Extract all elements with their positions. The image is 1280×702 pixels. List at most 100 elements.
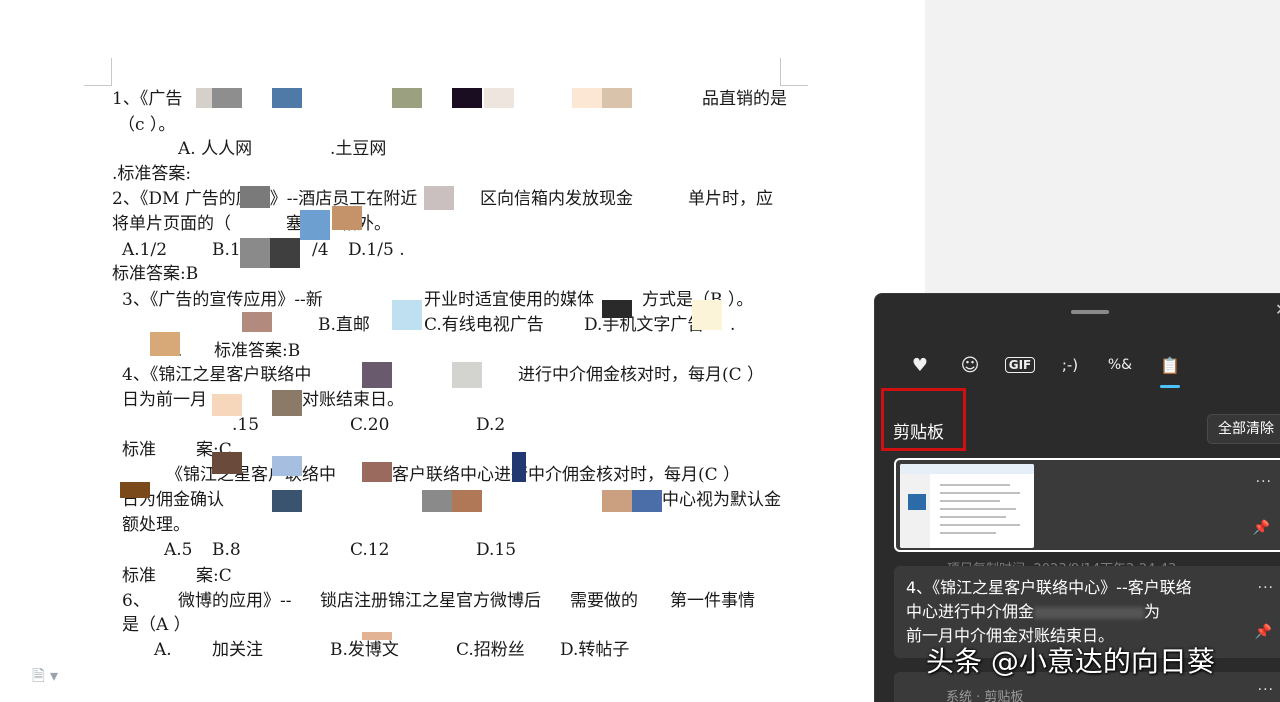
doc-text: 日为前一月 [122, 390, 207, 410]
document-icon[interactable]: 🗎 ▾ [32, 665, 62, 685]
mosaic-block [270, 238, 300, 268]
crop-mark-top-left [84, 58, 112, 86]
clear-all-button[interactable]: 全部清除 [1207, 414, 1280, 444]
crop-mark-top-right [780, 58, 808, 86]
doc-text: 《锦江之星客户联络中 [166, 465, 336, 485]
mosaic-block [212, 88, 242, 108]
doc-text: 进行中介佣金核对时，每月(C ） [518, 365, 765, 385]
doc-text: 将单片页面的（ [112, 214, 231, 234]
mosaic-block [272, 88, 302, 108]
doc-text: . [730, 315, 736, 335]
tab-kaomoji[interactable]: ;-) [1045, 350, 1095, 380]
doc-text: 第一件事情 [670, 591, 755, 611]
mosaic-block [272, 456, 302, 476]
doc-text: 标准答案:B [214, 341, 301, 361]
doc-text: 是（A ） [122, 615, 191, 635]
mosaic-block [240, 238, 270, 268]
doc-text: C.招粉丝 [456, 640, 525, 660]
doc-text: 3、《广告的宣传应用》--新 [122, 290, 323, 310]
mosaic-block [424, 186, 454, 210]
doc-text: D.15 [476, 540, 517, 560]
doc-text: A. [154, 640, 172, 660]
clipboard-icon: 📋 [1160, 355, 1180, 375]
doc-text: .15 [232, 415, 260, 435]
drag-handle[interactable] [1071, 310, 1109, 314]
kaomoji-icon: ;-) [1061, 356, 1079, 374]
doc-text: A.5 [164, 540, 193, 560]
mosaic-block [272, 390, 302, 416]
mosaic-block [212, 452, 242, 474]
gif-icon: GIF [1004, 357, 1036, 373]
mosaic-block [332, 206, 362, 230]
doc-text: .土豆网 [330, 139, 387, 159]
doc-text: C.20 [350, 415, 390, 435]
panel-tabs: ♥ ☺ GIF ;-) %& 📋 [895, 350, 1195, 388]
mosaic-block [242, 312, 272, 332]
doc-text: 标准 [122, 566, 156, 586]
mosaic-block [602, 88, 632, 108]
doc-text: A.1/2 [122, 240, 168, 260]
mosaic-block [392, 88, 422, 108]
mosaic-block [452, 88, 482, 108]
mosaic-block [512, 452, 526, 482]
mosaic-block [452, 490, 482, 512]
clipboard-item-text-content: 4、《锦江之星客户联络中心》--客户联络 中心进行中介佣金为 前一月中介佣金对账… [906, 578, 1192, 645]
doc-text: 加关注 [212, 640, 263, 660]
clipboard-item-image[interactable]: ··· 📌 [894, 458, 1280, 552]
doc-text: 标准 [122, 440, 156, 460]
document-page: 1、《广告 品直销的是 （c ）。 A. 人人网 .土豆网 .标准答案: 2、《… [0, 0, 925, 702]
mosaic-block [392, 300, 422, 330]
doc-text: .标准答案: [112, 164, 192, 184]
doc-text: （c ）。 [118, 115, 176, 135]
doc-text: 品直销的是 [702, 89, 787, 109]
tab-symbols[interactable]: %& [1095, 350, 1145, 380]
mosaic-block [692, 300, 722, 330]
clipboard-item-label: 系统 · 剪贴板 [946, 690, 1024, 702]
mosaic-block [602, 300, 632, 318]
mosaic-block [240, 186, 270, 208]
doc-text: 锁店注册锦江之星官方微博后 [320, 591, 541, 611]
tab-clipboard[interactable]: 📋 [1145, 350, 1195, 388]
doc-text: /4 [312, 240, 329, 260]
doc-text: C.12 [350, 540, 390, 560]
doc-text: 案:C [196, 566, 232, 586]
doc-text: D.1/5 . [348, 240, 405, 260]
doc-text: D.转帖子 [560, 640, 630, 660]
mosaic-block [212, 394, 242, 416]
tab-stickers[interactable]: ♥ [895, 350, 945, 380]
screenshot-thumbnail [900, 464, 1034, 548]
more-options-icon[interactable]: ··· [1256, 474, 1272, 490]
doc-text: 中心视为默认金 [662, 490, 781, 510]
doc-text: B.发博文 [330, 640, 399, 660]
doc-text: 4、《锦江之星客户联络中 [122, 365, 312, 385]
doc-text: B.8 [212, 540, 241, 560]
more-options-icon[interactable]: ··· [1258, 682, 1274, 698]
doc-text: 单片时，应 [688, 189, 773, 209]
mosaic-block [484, 88, 514, 108]
mosaic-block [120, 482, 150, 498]
doc-text: 区向信箱内发放现金 [480, 189, 633, 209]
doc-text: 需要做的 [570, 591, 638, 611]
doc-text: 额处理。 [122, 515, 190, 535]
pin-icon[interactable]: 📌 [1255, 624, 1272, 640]
emoji-icon: ☺ [960, 354, 980, 376]
mosaic-block [300, 210, 330, 240]
pin-icon[interactable]: 📌 [1253, 520, 1270, 536]
more-options-icon[interactable]: ··· [1258, 580, 1274, 596]
mosaic-block [632, 490, 662, 512]
doc-text: C.有线电视广告 [424, 315, 544, 335]
doc-text: A. 人人网 [178, 139, 253, 159]
doc-text: 标准答案:B [112, 264, 199, 284]
doc-text: B.直邮 [318, 315, 370, 335]
close-icon[interactable]: ✕ [1275, 300, 1280, 319]
sticker-icon: ♥ [911, 354, 929, 376]
mosaic-block [572, 88, 602, 108]
tab-gif[interactable]: GIF [995, 350, 1045, 380]
mosaic-block [362, 462, 392, 482]
section-title: 剪贴板 [893, 423, 944, 443]
tab-emoji[interactable]: ☺ [945, 350, 995, 380]
mosaic-block [362, 632, 392, 640]
mosaic-block [602, 490, 632, 512]
mosaic-block [362, 362, 392, 388]
doc-text: 对账结束日。 [302, 390, 404, 410]
